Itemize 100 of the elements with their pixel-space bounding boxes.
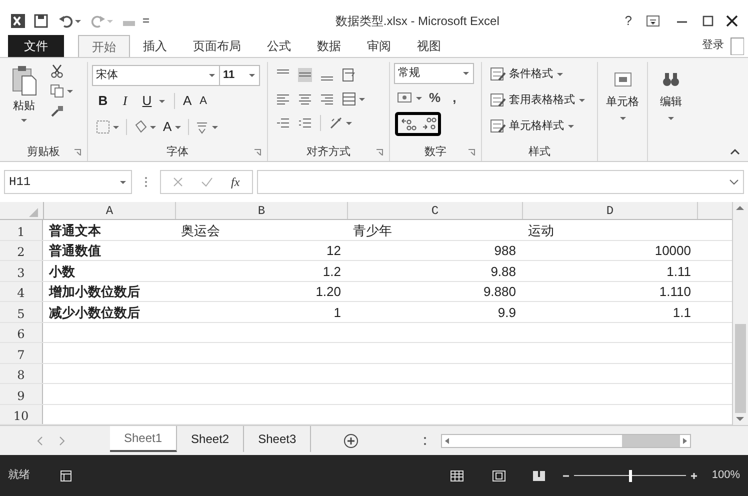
- fill-color-icon[interactable]: [133, 120, 147, 134]
- decrease-indent-icon[interactable]: [276, 116, 290, 130]
- ribbon-tab[interactable]: 公式: [254, 35, 304, 57]
- collapse-ribbon-icon[interactable]: [730, 148, 740, 155]
- row-header[interactable]: 1: [0, 220, 43, 240]
- sheet-tab[interactable]: Sheet1: [110, 426, 178, 452]
- caret-icon[interactable]: [667, 114, 675, 122]
- splitter-icon[interactable]: [423, 434, 428, 446]
- row-header[interactable]: 8: [0, 364, 43, 383]
- cells-button[interactable]: 单元格: [606, 94, 639, 110]
- caret-icon[interactable]: [66, 88, 74, 94]
- merge-center-icon[interactable]: [342, 92, 356, 106]
- dialog-launcher-icon[interactable]: [376, 149, 383, 156]
- font-name-dropdown[interactable]: 宋体: [92, 64, 220, 86]
- font-size-dropdown[interactable]: 11: [220, 64, 260, 86]
- row-header[interactable]: 9: [0, 384, 43, 404]
- close-icon[interactable]: [726, 15, 738, 27]
- caret-icon[interactable]: [345, 120, 353, 126]
- row-header[interactable]: 4: [0, 282, 43, 301]
- options-dots-icon[interactable]: [144, 176, 148, 188]
- increase-decimal-icon[interactable]: [401, 117, 417, 131]
- horizontal-scrollbar[interactable]: [441, 434, 692, 448]
- shrink-font-button[interactable]: A: [200, 92, 208, 110]
- clipboard-icon[interactable]: [10, 64, 38, 96]
- middle-align-icon[interactable]: [298, 68, 312, 82]
- row-header[interactable]: 2: [0, 240, 43, 260]
- editing-button[interactable]: 编辑: [660, 94, 682, 110]
- sign-in-link[interactable]: 登录: [702, 36, 724, 53]
- cell-styles-button[interactable]: 单元格样式: [509, 118, 564, 134]
- phonetic-guide-icon[interactable]: [194, 120, 209, 134]
- caret-icon[interactable]: [415, 94, 423, 102]
- borders-icon[interactable]: [96, 120, 110, 134]
- caret-icon[interactable]: [20, 116, 28, 124]
- caret-icon[interactable]: [208, 72, 216, 78]
- insert-function-button[interactable]: fx: [231, 173, 240, 191]
- paste-button[interactable]: 粘贴: [13, 98, 35, 114]
- copy-icon[interactable]: [50, 84, 64, 98]
- row-header[interactable]: 7: [0, 343, 43, 362]
- increase-indent-icon[interactable]: [298, 116, 312, 130]
- font-color-button[interactable]: A: [163, 117, 172, 137]
- percent-button[interactable]: %: [429, 88, 441, 108]
- ribbon-tab[interactable]: 插入: [130, 35, 180, 57]
- zoom-slider[interactable]: [574, 470, 686, 482]
- comma-button[interactable]: ,: [452, 88, 456, 108]
- vertical-scrollbar[interactable]: [732, 202, 748, 425]
- new-sheet-icon[interactable]: [343, 432, 360, 448]
- row-header[interactable]: 5: [0, 302, 43, 322]
- number-format-dropdown[interactable]: 常规: [394, 63, 474, 84]
- caret-icon[interactable]: [358, 96, 366, 102]
- dialog-launcher-icon[interactable]: [468, 149, 475, 156]
- binoculars-icon[interactable]: [661, 70, 681, 88]
- normal-view-icon[interactable]: [450, 470, 464, 482]
- format-as-table-button[interactable]: 套用表格格式: [509, 92, 575, 108]
- caret-icon[interactable]: [210, 124, 219, 130]
- cell-styles-icon[interactable]: [490, 118, 506, 134]
- column-header[interactable]: C: [348, 202, 523, 219]
- row-header[interactable]: 3: [0, 261, 43, 280]
- maximize-icon[interactable]: [702, 15, 714, 27]
- italic-button[interactable]: I: [118, 91, 132, 111]
- sheet-tab[interactable]: Sheet3: [244, 426, 312, 452]
- align-left-icon[interactable]: [276, 92, 290, 106]
- column-header[interactable]: A: [44, 202, 176, 219]
- row-header[interactable]: 6: [0, 322, 43, 342]
- underline-button[interactable]: U: [140, 91, 154, 111]
- zoom-slider-thumb[interactable]: [628, 470, 632, 482]
- align-right-icon[interactable]: [320, 92, 334, 106]
- macro-recording-icon[interactable]: [60, 470, 72, 482]
- table-format-icon[interactable]: [490, 92, 506, 108]
- caret-icon[interactable]: [567, 122, 575, 130]
- row-header[interactable]: 10: [0, 404, 43, 424]
- bold-button[interactable]: B: [96, 91, 110, 111]
- ribbon-tab[interactable]: 视图: [404, 35, 454, 57]
- name-box[interactable]: H11: [4, 170, 132, 194]
- zoom-level-button[interactable]: 100%: [712, 467, 740, 484]
- page-break-view-icon[interactable]: [532, 470, 546, 482]
- expand-icon[interactable]: [729, 178, 739, 186]
- dialog-launcher-icon[interactable]: [74, 149, 81, 156]
- zoom-in-icon[interactable]: [690, 472, 698, 480]
- caret-icon[interactable]: [158, 98, 166, 104]
- sheet-tab[interactable]: Sheet2: [177, 426, 244, 452]
- orientation-icon[interactable]: [329, 116, 343, 130]
- caret-icon[interactable]: [462, 70, 470, 77]
- caret-icon[interactable]: [119, 178, 127, 186]
- undo-icon[interactable]: [58, 14, 74, 28]
- caret-icon[interactable]: [149, 124, 157, 130]
- checkmark-icon[interactable]: [201, 177, 213, 187]
- file-tab[interactable]: 文件: [8, 35, 64, 57]
- wrap-text-icon[interactable]: [342, 68, 356, 82]
- accounting-format-icon[interactable]: [397, 91, 413, 105]
- conditional-formatting-button[interactable]: 条件格式: [509, 66, 553, 82]
- caret-icon[interactable]: [556, 70, 564, 78]
- help-button[interactable]: ?: [624, 11, 632, 31]
- decrease-decimal-icon[interactable]: [421, 117, 437, 131]
- column-header[interactable]: B: [176, 202, 348, 219]
- caret-icon[interactable]: [578, 96, 586, 104]
- save-icon[interactable]: [34, 14, 48, 28]
- center-icon[interactable]: [298, 92, 312, 106]
- caret-icon[interactable]: [174, 124, 182, 130]
- cells-icon[interactable]: [612, 70, 632, 88]
- ribbon-tab[interactable]: 审阅: [354, 35, 404, 57]
